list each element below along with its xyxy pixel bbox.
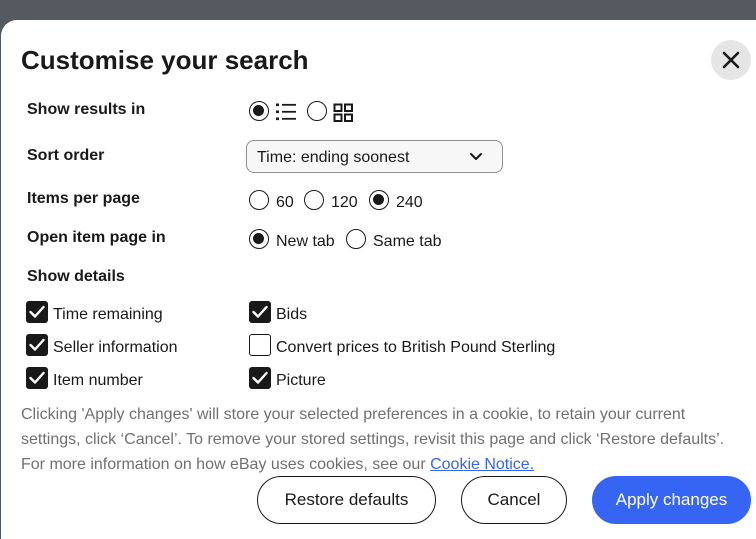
items-per-page-60-label: 60	[276, 194, 294, 211]
item-number-checkbox[interactable]	[26, 367, 48, 389]
close-button[interactable]	[711, 40, 751, 80]
dialog-title: Customise your search	[21, 45, 309, 75]
items-per-page-120-radio[interactable]	[304, 190, 324, 210]
restore-defaults-button[interactable]: Restore defaults	[257, 476, 436, 524]
grid-view-radio[interactable]	[307, 101, 327, 121]
checkmark-icon	[29, 305, 45, 318]
new-tab-radio[interactable]	[249, 229, 269, 249]
cancel-button[interactable]: Cancel	[461, 476, 567, 524]
cookie-notice-link[interactable]: Cookie Notice.	[430, 456, 534, 473]
list-view-icon	[276, 103, 296, 121]
item-number-label: Item number	[53, 372, 143, 389]
show-details-label: Show details	[27, 268, 125, 285]
new-tab-label: New tab	[276, 233, 335, 250]
picture-checkbox[interactable]	[249, 367, 271, 389]
checkmark-icon	[29, 371, 45, 384]
sort-order-label: Sort order	[27, 147, 105, 164]
bids-checkbox[interactable]	[249, 301, 271, 323]
checkmark-icon	[252, 305, 268, 318]
items-per-page-120-label: 120	[331, 194, 358, 211]
seller-information-checkbox[interactable]	[26, 334, 48, 356]
list-view-radio[interactable]	[249, 101, 269, 121]
convert-prices-label: Convert prices to British Pound Sterling	[276, 339, 556, 356]
cookie-notice-text: Clicking 'Apply changes' will store your…	[21, 402, 746, 477]
convert-prices-checkbox[interactable]	[249, 334, 271, 356]
items-per-page-60-radio[interactable]	[249, 190, 269, 210]
picture-label: Picture	[276, 372, 326, 389]
chevron-down-icon	[470, 153, 482, 160]
close-icon	[722, 51, 740, 69]
bids-label: Bids	[276, 306, 308, 323]
apply-changes-button[interactable]: Apply changes	[592, 476, 751, 524]
seller-information-label: Seller information	[53, 339, 178, 356]
items-per-page-label: Items per page	[27, 190, 140, 207]
show-results-in-label: Show results in	[27, 101, 146, 118]
grid-view-icon	[333, 103, 353, 122]
items-per-page-240-label: 240	[396, 194, 423, 211]
checkmark-icon	[29, 338, 45, 351]
sort-order-select[interactable]: Time: ending soonest	[246, 140, 503, 173]
checkmark-icon	[252, 371, 268, 384]
time-remaining-label: Time remaining	[53, 306, 163, 323]
sort-order-value: Time: ending soonest	[257, 149, 410, 166]
same-tab-radio[interactable]	[346, 229, 366, 249]
cookie-notice-body: Clicking 'Apply changes' will store your…	[21, 406, 725, 473]
same-tab-label: Same tab	[373, 233, 442, 250]
open-item-page-in-label: Open item page in	[27, 229, 166, 246]
items-per-page-240-radio[interactable]	[369, 190, 389, 210]
time-remaining-checkbox[interactable]	[26, 301, 48, 323]
